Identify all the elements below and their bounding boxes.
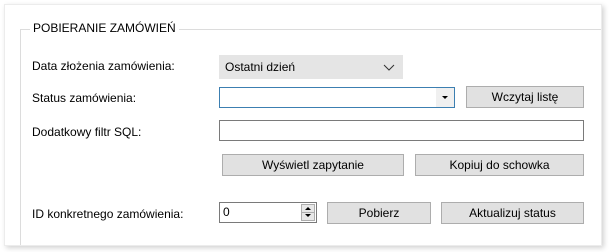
dropdown-arrow-icon [442,96,448,99]
fetch-button[interactable]: Pobierz [327,202,431,224]
order-id-numeric-input[interactable]: 0 [219,202,317,223]
chevron-down-icon [383,64,395,71]
copy-to-clipboard-button[interactable]: Kopiuj do schowka [415,154,584,176]
order-id-label: ID konkretnego zamówienia: [32,207,184,221]
sql-filter-input[interactable] [219,120,584,141]
groupbox-title: POBIERANIE ZAMÓWIEŃ [30,20,179,36]
order-status-dropdown-button[interactable] [436,88,454,107]
order-date-value: Ostatni dzień [225,60,296,74]
spin-up-icon [305,207,311,210]
spin-down-icon [305,214,311,217]
order-status-label: Status zamówienia: [32,91,137,105]
order-id-value: 0 [223,205,230,219]
update-status-button[interactable]: Aktualizuj status [441,202,584,224]
page: POBIERANIE ZAMÓWIEŃ Data złożenia zamówi… [0,0,611,252]
show-query-button[interactable]: Wyświetl zapytanie [222,154,404,176]
order-date-dropdown[interactable]: Ostatni dzień [219,55,403,79]
spin-buttons-icon[interactable] [301,204,315,221]
sql-filter-label: Dodatkowy filtr SQL: [32,125,142,139]
spin-divider [302,212,314,213]
order-date-label: Data złożenia zamówienia: [32,59,175,73]
order-status-combobox[interactable] [219,87,455,108]
load-list-button[interactable]: Wczytaj listę [466,86,584,108]
